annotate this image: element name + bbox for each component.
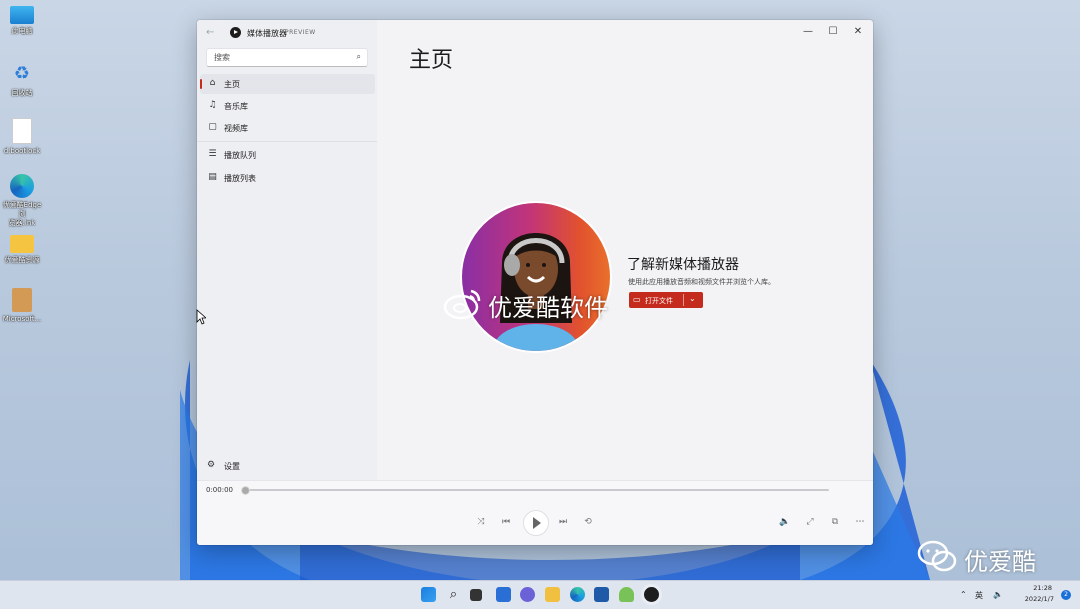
notification-badge[interactable]: 2 bbox=[1061, 590, 1071, 600]
shuffle-icon[interactable]: ⤨ bbox=[474, 515, 488, 529]
mini-player-icon[interactable]: ⧉ bbox=[828, 515, 842, 529]
desktop-icon-label: 优爱酷Edge浏 览器.lnk bbox=[2, 201, 42, 227]
sidebar-item-play-queue[interactable]: ☰ 播放队列 bbox=[200, 145, 375, 165]
weibo-watermark-text: 优爱酷软件 bbox=[488, 294, 608, 322]
desktop-icon-label: Microsoft... bbox=[2, 315, 42, 323]
sidebar-item-settings[interactable]: ⚙ 设置 bbox=[200, 456, 375, 476]
maximize-button[interactable]: ☐ bbox=[823, 24, 843, 40]
wechat-watermark: 优爱酷 bbox=[916, 538, 1076, 576]
recycle-bin-icon: ♻ bbox=[13, 63, 31, 84]
desktop-icon-package[interactable]: Microsoft... bbox=[2, 288, 42, 324]
more-options-icon[interactable]: ⋯ bbox=[853, 515, 867, 529]
chat-icon[interactable] bbox=[520, 587, 535, 602]
widgets-icon[interactable] bbox=[496, 587, 511, 602]
player-bar: 0:00:00 ⤨ ⏮ ⏭ ⟲ 🔈 ⤢ ⧉ ⋯ bbox=[197, 480, 873, 545]
chevron-down-icon[interactable]: ⌄ bbox=[689, 294, 696, 303]
weibo-logo-icon bbox=[443, 289, 481, 320]
title-bar[interactable]: ← 媒体播放器 PREVIEW — ☐ ✕ bbox=[197, 20, 873, 46]
ime-indicator[interactable]: 英 bbox=[975, 590, 983, 601]
previous-track-icon[interactable]: ⏮ bbox=[499, 515, 513, 529]
gear-icon: ⚙ bbox=[207, 460, 216, 470]
hero-illustration bbox=[462, 203, 610, 351]
sidebar-item-playlists[interactable]: ▤ 播放列表 bbox=[200, 168, 375, 188]
tray-chevron-up-icon[interactable]: ⌃ bbox=[960, 590, 967, 599]
sidebar-item-label: 视频库 bbox=[224, 124, 248, 133]
open-file-label: 打开文件 bbox=[645, 297, 673, 305]
close-button[interactable]: ✕ bbox=[848, 24, 868, 40]
home-icon: ⌂ bbox=[209, 78, 216, 88]
android-icon[interactable] bbox=[619, 587, 634, 602]
desktop-icon-label: 此电脑 bbox=[11, 27, 33, 35]
desktop-icon-document[interactable]: d.bootlock bbox=[2, 118, 42, 156]
person-with-headphones-illustration bbox=[492, 233, 580, 351]
page-title: 主页 bbox=[409, 48, 454, 73]
clock-time[interactable]: 21:28 bbox=[1033, 584, 1052, 592]
music-note-icon: ♫ bbox=[208, 100, 217, 110]
sidebar-item-video-library[interactable]: ▢ 视频库 bbox=[200, 118, 375, 138]
fullscreen-icon[interactable]: ⤢ bbox=[803, 515, 817, 529]
hero-title: 了解新媒体播放器 bbox=[627, 257, 739, 273]
taskbar: ⌕ ⌃ 英 🔈 21:28 2022/1/7 2 bbox=[0, 580, 1080, 609]
play-button[interactable] bbox=[523, 510, 549, 536]
monitor-icon bbox=[10, 6, 34, 24]
search-input[interactable] bbox=[212, 52, 346, 63]
settings-label: 设置 bbox=[224, 462, 240, 471]
seek-bar[interactable] bbox=[243, 489, 829, 491]
search-icon[interactable]: ⌕ bbox=[357, 52, 361, 62]
volume-icon[interactable]: 🔈 bbox=[778, 515, 792, 529]
desktop-icon-folder[interactable]: 优爱酷资源 bbox=[2, 232, 42, 265]
speaker-icon[interactable]: 🔈 bbox=[993, 590, 1003, 599]
media-player-taskbar-icon[interactable] bbox=[644, 587, 659, 602]
wechat-watermark-text: 优爱酷 bbox=[964, 548, 1036, 576]
edge-browser-icon[interactable] bbox=[570, 587, 585, 602]
hero-subtitle: 使用此应用播放音频和视频文件并浏览个人库。 bbox=[628, 278, 775, 286]
folder-icon bbox=[10, 235, 34, 253]
desktop-icon-label: 回收站 bbox=[11, 89, 33, 97]
playlist-icon: ▤ bbox=[208, 172, 217, 182]
desktop-icon-label: 优爱酷资源 bbox=[4, 256, 40, 264]
package-icon bbox=[12, 288, 32, 312]
video-icon: ▢ bbox=[208, 122, 217, 132]
clock-date[interactable]: 2022/1/7 bbox=[1025, 595, 1054, 603]
media-player-window: ← 媒体播放器 PREVIEW — ☐ ✕ ⌕ ⌂ 主页 ♫ 音乐库 ▢ 视频库… bbox=[197, 20, 873, 545]
back-arrow-icon[interactable]: ← bbox=[206, 28, 216, 38]
search-box[interactable]: ⌕ bbox=[206, 48, 368, 67]
store-icon[interactable] bbox=[594, 587, 609, 602]
desktop-icon-this-pc[interactable]: 此电脑 bbox=[2, 6, 42, 36]
next-track-icon[interactable]: ⏭ bbox=[556, 515, 570, 529]
desktop-icon-label: d.bootlock bbox=[3, 147, 41, 155]
sidebar-item-music-library[interactable]: ♫ 音乐库 bbox=[200, 96, 375, 116]
queue-icon: ☰ bbox=[208, 149, 217, 159]
sidebar-item-label: 播放队列 bbox=[224, 151, 256, 160]
sidebar-item-home[interactable]: ⌂ 主页 bbox=[200, 74, 375, 94]
app-title: 媒体播放器 bbox=[247, 29, 287, 38]
start-windows-icon[interactable] bbox=[421, 587, 436, 602]
edge-icon bbox=[10, 174, 34, 198]
task-view-icon[interactable] bbox=[470, 589, 482, 601]
preview-badge: PREVIEW bbox=[285, 29, 316, 36]
sidebar-divider bbox=[197, 141, 377, 142]
current-time: 0:00:00 bbox=[206, 486, 233, 494]
desktop-icon-edge[interactable]: 优爱酷Edge浏 览器.lnk bbox=[2, 174, 42, 228]
split-divider bbox=[683, 294, 684, 306]
sidebar-item-label: 主页 bbox=[224, 80, 240, 89]
minimize-button[interactable]: — bbox=[798, 24, 818, 40]
mouse-cursor-icon bbox=[196, 309, 206, 325]
repeat-icon[interactable]: ⟲ bbox=[581, 515, 595, 529]
media-player-logo-icon bbox=[230, 27, 241, 38]
weibo-watermark: 优爱酷软件 bbox=[443, 285, 643, 325]
sidebar-item-label: 音乐库 bbox=[224, 102, 248, 111]
search-icon[interactable]: ⌕ bbox=[446, 587, 461, 602]
document-icon bbox=[12, 118, 32, 144]
seek-thumb[interactable] bbox=[241, 486, 250, 495]
desktop-icon-recycle-bin[interactable]: ♻ 回收站 bbox=[2, 62, 42, 98]
sidebar-item-label: 播放列表 bbox=[224, 174, 256, 183]
wechat-logo-icon bbox=[917, 540, 957, 572]
file-explorer-icon[interactable] bbox=[545, 587, 560, 602]
